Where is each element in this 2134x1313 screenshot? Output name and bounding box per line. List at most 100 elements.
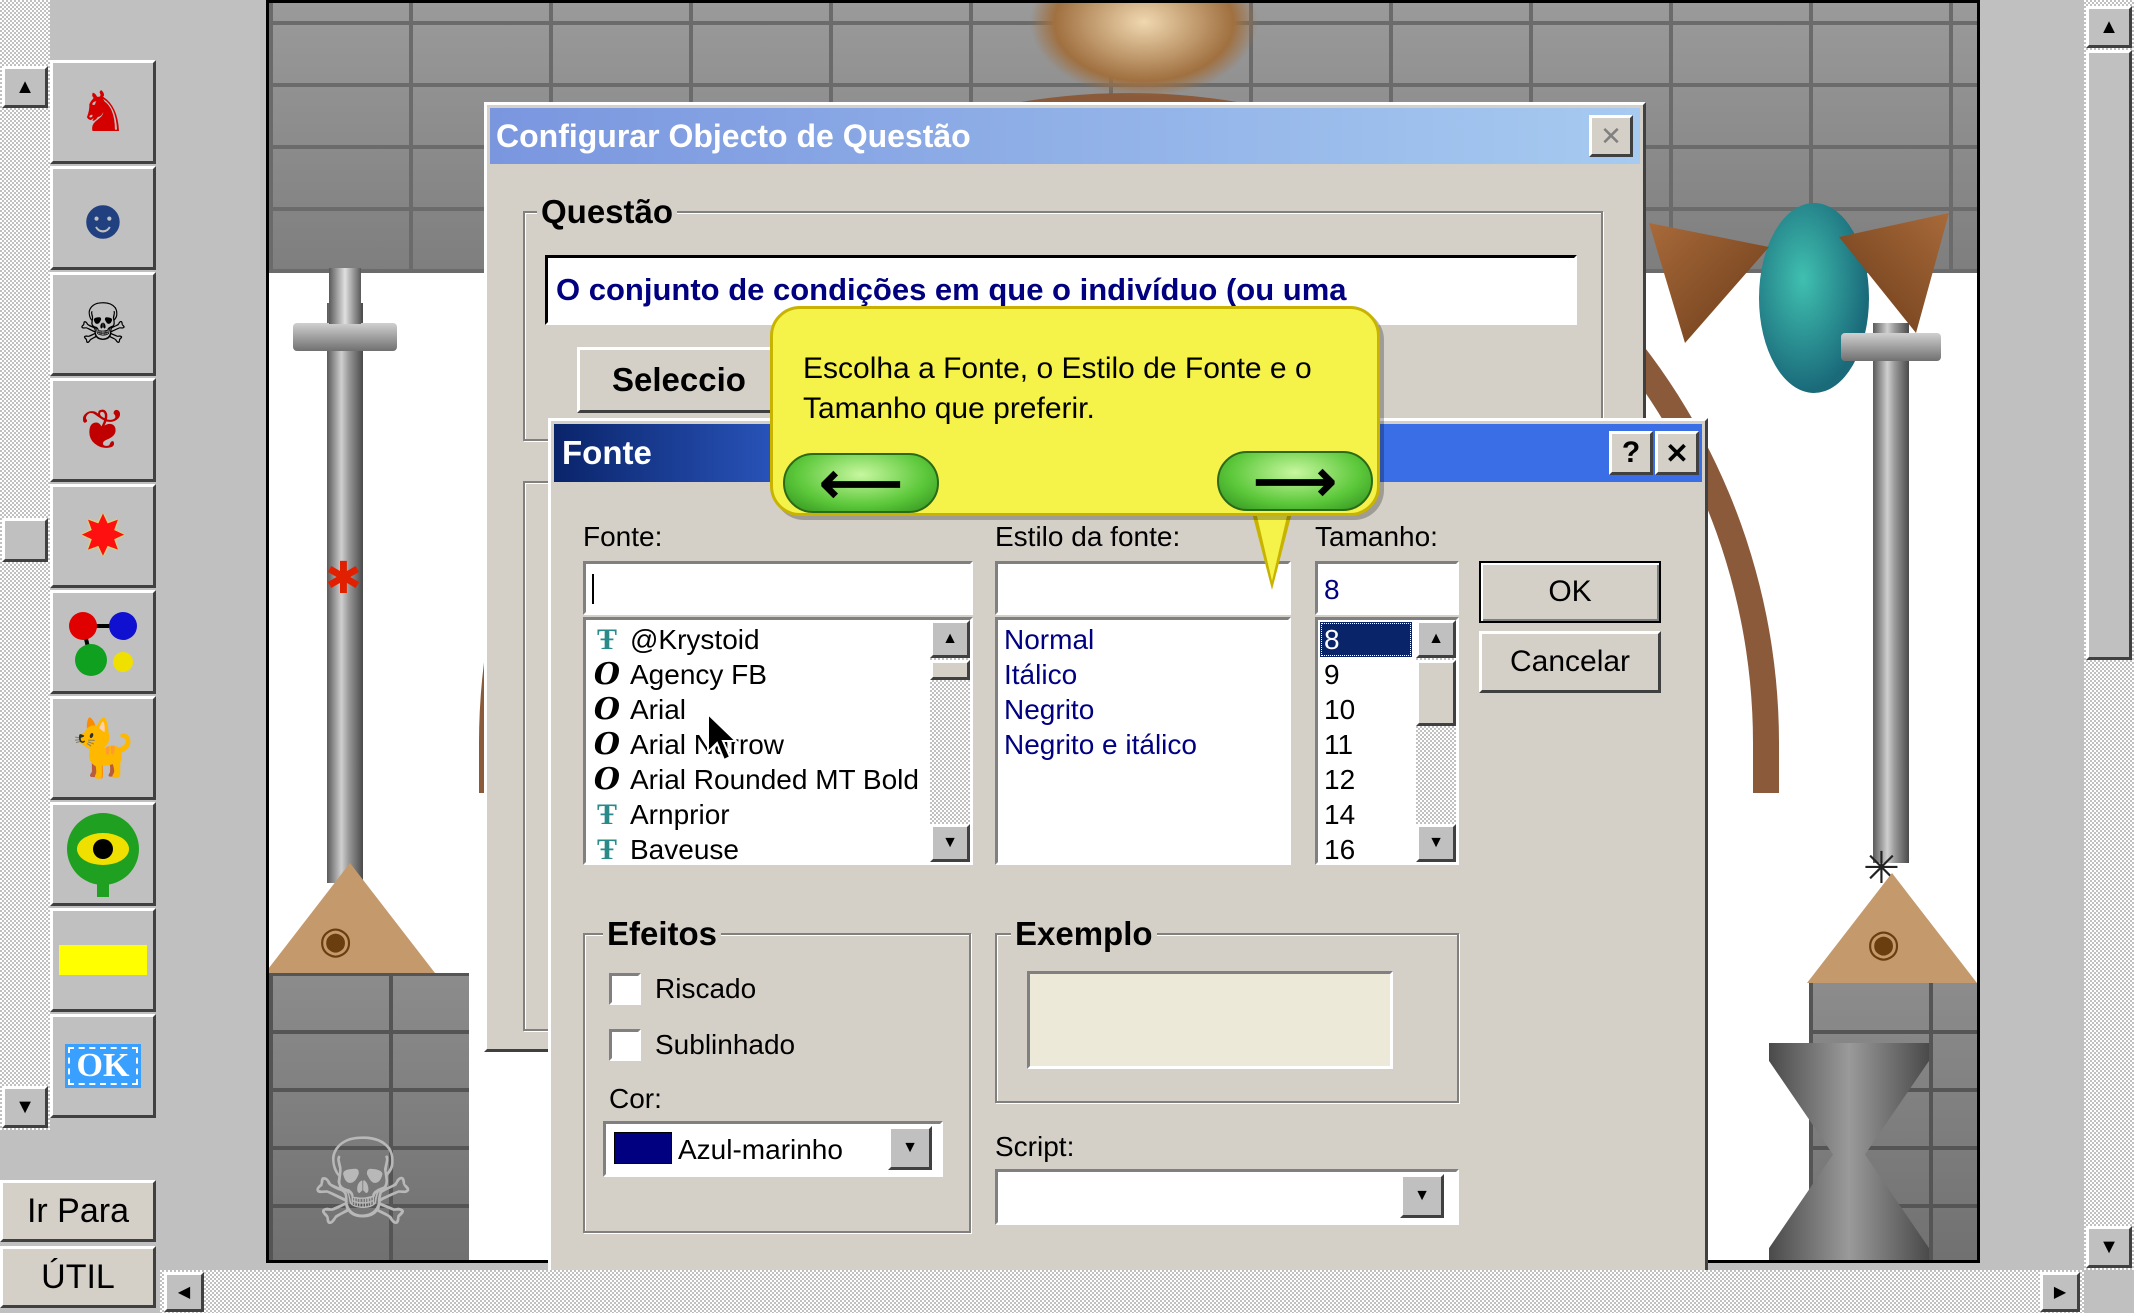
triangle-down-icon: ▼ [902,1139,918,1156]
right-scrollbar[interactable]: ▲ ▼ [2084,0,2134,1270]
size-list-scrollbar[interactable]: ▲ ▼ [1416,620,1456,862]
skull-bones: ☠ [309,1116,417,1250]
color-select[interactable]: Azul-marinho ▼ [603,1121,943,1177]
font-item-arial-narrow[interactable]: O Arial Narrow [588,727,928,762]
right-scroll-up-button[interactable]: ▲ [2086,6,2132,48]
right-sword-guard [1841,333,1941,361]
right-scroll-thumb[interactable] [2086,50,2132,660]
scroll-down-button[interactable]: ▼ [2,1086,48,1128]
color-label: Cor: [609,1083,662,1114]
size-list-scroll-down[interactable]: ▼ [1416,824,1456,862]
right-pyramid-eye-icon: ◉ [1867,923,1901,965]
opentype-icon: O [593,657,621,692]
config-dialog-close-button[interactable]: ✕ [1589,115,1633,157]
bird-tool-button[interactable]: ❦ [50,378,156,482]
font-list-thumb[interactable] [930,660,970,680]
bandit-icon: ☻ [73,186,133,250]
font-dialog-close-button[interactable]: ✕ [1655,431,1699,475]
size-item-9[interactable]: 9 [1320,657,1412,692]
right-scroll-down-button[interactable]: ▼ [2086,1226,2132,1268]
script-select[interactable]: ▼ [995,1169,1459,1225]
size-label: Tamanho: [1315,521,1438,552]
skull-tool-button[interactable]: ☠ [50,272,156,376]
go-to-button[interactable]: Ir Para [0,1180,156,1242]
size-list-scroll-up[interactable]: ▲ [1416,620,1456,658]
cancel-button[interactable]: Cancelar [1479,631,1661,693]
font-item-agency-fb[interactable]: O Agency FB [588,657,928,692]
font-item-arial-rounded[interactable]: O Arial Rounded MT Bold [588,762,928,797]
font-item-arnprior[interactable]: Ŧ Arnprior [588,797,928,832]
font-item-krystoid[interactable]: Ŧ @Krystoid [588,622,928,657]
bottom-scrollbar[interactable]: ◀ ▶ [160,1270,2084,1313]
effects-group-legend: Efeitos [603,915,722,953]
color-swatch [614,1132,672,1164]
triangle-up-icon: ▲ [2099,15,2119,38]
arrow-right-icon: ⟶ [1253,449,1337,514]
scroll-right-button[interactable]: ▶ [2040,1272,2080,1312]
util-button[interactable]: ÚTIL [0,1246,156,1308]
tool-palette: ♞ ☻ ☠ ❦ ✸ 🐈 OK [50,60,156,1130]
left-scrollbar[interactable]: ▲ ▼ [0,0,50,1130]
style-item-bold-italic[interactable]: Negrito e itálico [1004,727,1288,762]
scroll-left-button[interactable]: ◀ [164,1272,204,1312]
example-preview [1027,971,1393,1069]
eye-tool-button[interactable] [50,802,156,906]
strikeout-checkbox[interactable] [609,973,641,1005]
font-list-scroll-down[interactable]: ▼ [930,824,970,862]
underline-checkbox[interactable] [609,1029,641,1061]
balloon-next-button[interactable]: ⟶ [1217,449,1373,514]
molecule-tool-button[interactable] [50,590,156,694]
font-label: Fonte: [583,521,663,552]
size-item-10[interactable]: 10 [1320,692,1412,727]
right-sword [1873,323,1909,863]
molecule-icon [69,612,137,676]
style-item-bold[interactable]: Negrito [1004,692,1288,727]
size-item-11[interactable]: 11 [1320,727,1412,762]
bandit-tool-button[interactable]: ☻ [50,166,156,270]
yellow-bar-tool-button[interactable] [50,908,156,1012]
size-list-thumb[interactable] [1416,660,1456,726]
script-dropdown-button[interactable]: ▼ [1400,1174,1444,1218]
style-item-italic[interactable]: Itálico [1004,657,1288,692]
size-item-16[interactable]: 16 [1320,832,1412,862]
knight-tool-button[interactable]: ♞ [50,60,156,164]
font-list-scrollbar[interactable]: ▲ ▼ [930,620,970,862]
font-item-baveuse[interactable]: Ŧ Baveuse [588,832,928,862]
triangle-down-icon: ▼ [2099,1235,2119,1258]
eagle-emblem [1029,3,1259,98]
ok-tool-button[interactable]: OK [50,1014,156,1118]
question-group-legend: Questão [537,193,678,231]
scroll-thumb[interactable] [2,518,48,562]
scroll-up-button[interactable]: ▲ [2,66,48,108]
size-item-8[interactable]: 8 [1320,622,1412,657]
balloon-back-button[interactable]: ⟵ [783,451,939,516]
truetype-icon: Ŧ [596,798,617,831]
style-item-normal[interactable]: Normal [1004,622,1288,657]
explosion-icon: ✸ [79,504,127,567]
size-item-12[interactable]: 12 [1320,762,1412,797]
font-style-input[interactable] [995,561,1291,615]
color-dropdown-button[interactable]: ▼ [888,1126,932,1170]
font-list-items: Ŧ @Krystoid O Agency FB O Arial O Arial Narr… [588,622,928,862]
help-balloon: Escolha a Fonte, o Estilo de Fonte e o T… [770,306,1380,516]
font-dialog-title: Fonte [562,434,652,471]
font-list[interactable]: Ŧ @Krystoid O Agency FB O Arial O Arial Narr… [583,617,973,865]
mouse-cursor-icon [707,712,739,762]
config-dialog-titlebar: Configurar Objecto de Questão [490,108,1640,164]
size-item-14[interactable]: 14 [1320,797,1412,832]
font-dialog: Fonte ? ✕ Fonte: Estilo da fonte: Tamanh… [548,418,1708,1313]
font-input[interactable] [583,561,973,615]
help-button[interactable]: ? [1609,431,1653,475]
ok-button[interactable]: OK [1479,561,1661,623]
cat-tool-button[interactable]: 🐈 [50,696,156,800]
triangle-up-icon: ▲ [1428,630,1444,647]
config-dialog-title: Configurar Objecto de Questão [496,117,971,154]
font-style-list[interactable]: Normal Itálico Negrito Negrito e itálico [995,617,1291,865]
explosion-tool-button[interactable]: ✸ [50,484,156,588]
help-icon: ? [1621,436,1641,469]
font-list-scroll-up[interactable]: ▲ [930,620,970,658]
font-item-arial[interactable]: O Arial [588,692,928,727]
triangle-down-icon: ▼ [942,834,958,851]
size-input[interactable]: 8 [1315,561,1459,615]
size-list[interactable]: 8 9 10 11 12 14 16 ▲ ▼ [1315,617,1459,865]
